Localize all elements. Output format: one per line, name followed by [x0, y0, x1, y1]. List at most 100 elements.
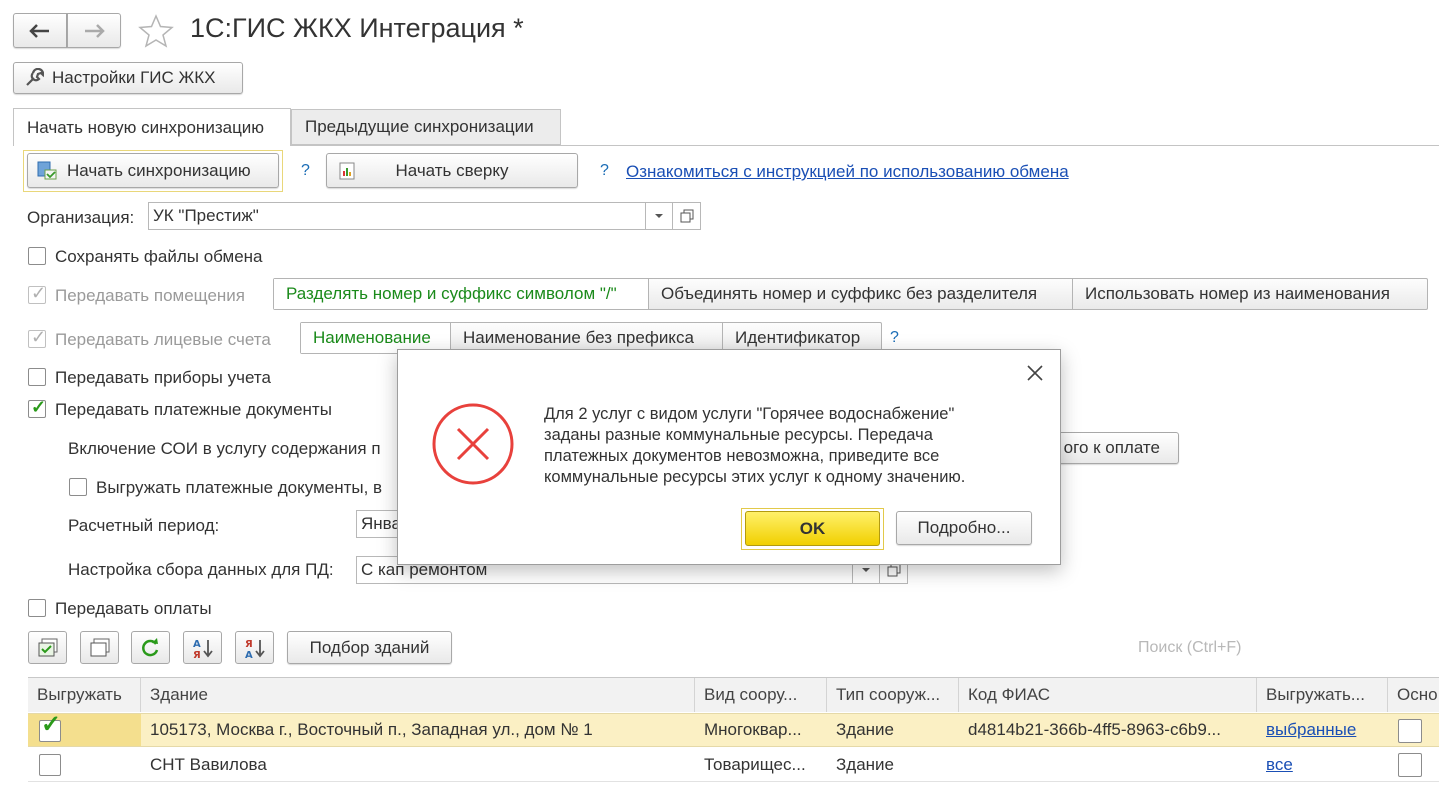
premises-mode-option[interactable]: Разделять номер и суффикс символом "/": [274, 279, 649, 309]
tab-previous-syncs[interactable]: Предыдущие синхронизации: [291, 109, 561, 145]
start-reconcile-button[interactable]: Начать сверку: [326, 153, 578, 188]
accounts-help[interactable]: ?: [890, 329, 899, 347]
refresh-icon: [141, 637, 158, 656]
open-icon: [887, 563, 900, 577]
uncheck-all-button[interactable]: [80, 631, 119, 664]
refresh-button[interactable]: [131, 631, 170, 664]
start-sync-help[interactable]: ?: [301, 162, 310, 180]
payment-docs-label: Передавать платежные документы: [55, 400, 332, 419]
premises-mode-option[interactable]: Использовать номер из наименования: [1073, 279, 1427, 309]
save-files-checkbox[interactable]: [28, 247, 46, 265]
row-fias: d4814b21-366b-4ff5-8963-c6b9...: [968, 720, 1221, 739]
checkmark-icon: ✓: [41, 714, 62, 738]
row-kind: Многоквар...: [704, 720, 802, 739]
row-main-checkbox[interactable]: [1398, 753, 1422, 777]
select-buildings-button[interactable]: Подбор зданий: [287, 631, 452, 664]
table-row[interactable]: СНТ Вавилова Товарищес... Здание все: [28, 748, 1439, 782]
row-export-cell[interactable]: ✓: [28, 714, 141, 746]
export-docs-label: Выгружать платежные документы, в: [96, 478, 383, 497]
premises-label: Передавать помещения: [55, 286, 246, 305]
premises-checkbox[interactable]: ✓: [28, 283, 47, 304]
row-export-mode-link[interactable]: выбранные: [1266, 720, 1356, 740]
chevron-down-icon: [862, 568, 870, 572]
buildings-table: Выгружать Здание Вид соору... Тип сооруж…: [28, 677, 1439, 782]
forward-button[interactable]: [67, 13, 121, 48]
settings-label: Настройки ГИС ЖКХ: [52, 68, 216, 87]
sort-desc-icon: ЯА: [245, 639, 265, 659]
start-sync-button[interactable]: Начать синхронизацию: [27, 153, 279, 188]
collect-label: Настройка сбора данных для ПД:: [68, 560, 334, 579]
soi-label: Включение СОИ в услугу содержания п: [68, 439, 381, 458]
column-header[interactable]: Тип сооруж...: [827, 678, 959, 712]
save-files-label: Сохранять файлы обмена: [55, 247, 263, 266]
close-icon[interactable]: [1026, 364, 1044, 387]
meters-checkbox[interactable]: [28, 368, 46, 386]
reconcile-help[interactable]: ?: [600, 162, 609, 180]
arrow-left-icon: [29, 23, 49, 38]
org-dropdown-button[interactable]: [646, 202, 673, 230]
row-export-mode-link[interactable]: все: [1266, 755, 1293, 775]
back-button[interactable]: [13, 13, 67, 48]
tab-new-sync[interactable]: Начать новую синхронизацию: [13, 108, 291, 146]
chevron-down-icon: [655, 214, 663, 218]
accounts-label: Передавать лицевые счета: [55, 330, 271, 349]
premises-mode-switch[interactable]: Разделять номер и суффикс символом "/" О…: [273, 278, 1428, 310]
accounts-checkbox[interactable]: ✓: [28, 327, 47, 348]
tab-previous-syncs-label: Предыдущие синхронизации: [305, 117, 534, 136]
row-type: Здание: [836, 720, 894, 739]
error-dialog: Для 2 услуг с видом услуги "Горячее водо…: [397, 349, 1061, 565]
org-field[interactable]: УК "Престиж": [148, 202, 646, 230]
org-label: Организация:: [27, 208, 135, 227]
row-export-cell[interactable]: [28, 748, 141, 781]
sort-asc-icon: АЯ: [193, 639, 213, 659]
org-open-button[interactable]: [673, 202, 701, 230]
ok-button[interactable]: OK: [745, 511, 880, 546]
sort-asc-button[interactable]: АЯ: [183, 631, 222, 664]
org-value: УК "Престиж": [153, 206, 259, 225]
star-icon[interactable]: [138, 14, 174, 53]
table-row[interactable]: ✓ 105173, Москва г., Восточный п., Запад…: [28, 713, 1439, 747]
row-kind: Товарищес...: [704, 754, 806, 774]
arrow-right-icon: [85, 23, 105, 38]
search-input[interactable]: Поиск (Ctrl+F): [1138, 639, 1241, 657]
row-export-checkbox[interactable]: ✓: [39, 714, 61, 742]
column-header[interactable]: Выгружать...: [1257, 678, 1388, 712]
premises-mode-option[interactable]: Объединять номер и суффикс без разделите…: [649, 279, 1073, 309]
payment-docs-checkbox[interactable]: ✓: [28, 398, 46, 418]
svg-text:А: А: [245, 650, 253, 659]
details-label: Подробно...: [917, 518, 1011, 537]
row-type: Здание: [836, 754, 894, 774]
column-header[interactable]: Выгружать: [28, 678, 141, 712]
svg-text:Я: Я: [193, 650, 201, 659]
period-value: Янва: [361, 514, 401, 533]
export-docs-checkbox[interactable]: [69, 478, 87, 496]
column-header[interactable]: Код ФИАС: [959, 678, 1257, 712]
settings-button[interactable]: Настройки ГИС ЖКХ: [13, 62, 243, 94]
instruction-link[interactable]: Ознакомиться с инструкцией по использова…: [626, 162, 1069, 182]
row-building: 105173, Москва г., Восточный п., Западна…: [150, 720, 593, 739]
tab-new-sync-label: Начать новую синхронизацию: [27, 117, 265, 137]
uncheck-all-icon: [90, 638, 109, 656]
sync-icon: [37, 161, 57, 179]
checkmark-icon: ✓: [31, 283, 47, 303]
column-header[interactable]: Вид соору...: [695, 678, 827, 712]
start-sync-label: Начать синхронизацию: [67, 160, 251, 180]
window-title: 1С:ГИС ЖКХ Интеграция *: [190, 13, 524, 43]
checkmark-icon: ✓: [31, 327, 47, 347]
check-all-icon: [38, 638, 57, 656]
report-icon: [339, 162, 355, 179]
column-header[interactable]: Осно: [1388, 678, 1439, 712]
meters-label: Передавать приборы учета: [55, 368, 271, 387]
wrench-icon: [26, 68, 44, 86]
table-header: Выгружать Здание Вид соору... Тип сооруж…: [28, 678, 1439, 712]
details-button[interactable]: Подробно...: [896, 511, 1032, 545]
period-label: Расчетный период:: [68, 516, 220, 535]
row-export-checkbox[interactable]: [39, 754, 61, 776]
row-main-checkbox[interactable]: [1398, 719, 1422, 743]
row-building: СНТ Вавилова: [150, 754, 267, 774]
payments-checkbox[interactable]: [28, 599, 46, 617]
svg-text:Я: Я: [245, 639, 253, 650]
column-header[interactable]: Здание: [141, 678, 695, 712]
check-all-button[interactable]: [28, 631, 67, 664]
sort-desc-button[interactable]: ЯА: [235, 631, 274, 664]
